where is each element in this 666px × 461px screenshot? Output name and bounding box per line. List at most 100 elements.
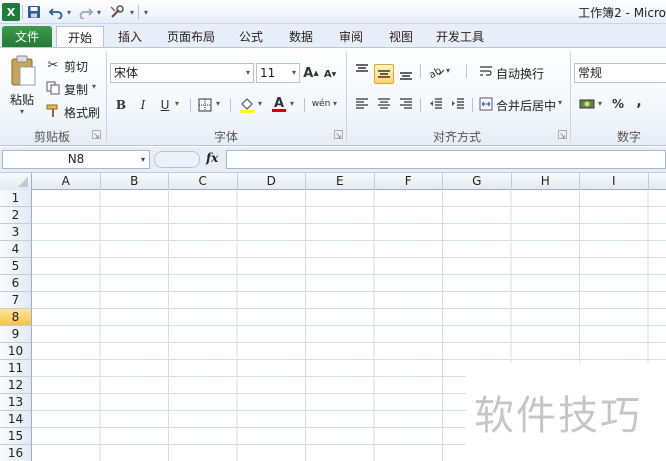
tool-dropdown-icon[interactable]: ▾ <box>127 3 137 21</box>
comma-style-button[interactable]: , <box>632 94 646 110</box>
row-header-14[interactable]: 14 <box>0 411 32 428</box>
tab-developer[interactable]: 开发工具 <box>430 26 490 48</box>
row-header-11[interactable]: 11 <box>0 360 32 377</box>
merge-center-button[interactable]: 合并后居中 <box>496 97 556 114</box>
clipboard-launcher-icon[interactable]: ↘ <box>92 130 101 140</box>
font-size-select[interactable]: 11 ▾ <box>256 63 300 83</box>
phonetic-guide-label: wén <box>311 99 331 109</box>
tab-data[interactable]: 数据 <box>280 26 322 48</box>
align-top-icon[interactable] <box>354 62 370 78</box>
border-dropdown-icon[interactable]: ▾ <box>216 99 220 108</box>
select-all-corner[interactable] <box>0 173 32 190</box>
row-header-2[interactable]: 2 <box>0 207 32 224</box>
excel-app-icon[interactable]: X <box>2 3 20 21</box>
undo-icon[interactable] <box>48 3 64 21</box>
save-icon[interactable] <box>26 3 42 21</box>
wrap-text-icon[interactable] <box>478 64 494 80</box>
align-bottom-icon[interactable] <box>398 66 414 82</box>
column-header-a[interactable]: A <box>32 173 101 190</box>
row-header-7[interactable]: 7 <box>0 292 32 309</box>
font-launcher-icon[interactable]: ↘ <box>334 130 343 140</box>
align-right-icon[interactable] <box>398 96 414 112</box>
font-name-select[interactable]: 宋体 ▾ <box>110 63 254 83</box>
format-painter-icon[interactable] <box>46 104 60 118</box>
wrap-text-button[interactable]: 自动换行 <box>496 65 544 82</box>
underline-dropdown-icon[interactable]: ▾ <box>175 99 179 108</box>
tab-view[interactable]: 视图 <box>380 26 422 48</box>
paste-icon[interactable] <box>8 54 38 88</box>
decrease-indent-icon[interactable] <box>428 96 444 112</box>
merge-center-icon[interactable] <box>478 96 494 112</box>
percent-button[interactable]: % <box>610 96 626 112</box>
copy-dropdown-icon[interactable]: ▾ <box>92 82 96 91</box>
grow-font-button[interactable]: A ▲ <box>303 65 319 81</box>
tab-formulas[interactable]: 公式 <box>230 26 272 48</box>
tool-icon[interactable] <box>108 3 126 21</box>
tab-home[interactable]: 开始 <box>56 26 104 48</box>
column-header-f[interactable]: F <box>375 173 443 190</box>
row-header-5[interactable]: 5 <box>0 258 32 275</box>
underline-button[interactable]: U <box>157 97 173 113</box>
row-header-10[interactable]: 10 <box>0 343 32 360</box>
fill-color-dropdown-icon[interactable]: ▾ <box>258 99 262 108</box>
tab-insert[interactable]: 插入 <box>108 26 152 48</box>
alignment-launcher-icon[interactable]: ↘ <box>558 130 567 140</box>
align-middle-icon[interactable] <box>374 64 394 84</box>
row-header-3[interactable]: 3 <box>0 224 32 241</box>
phonetic-dropdown-icon[interactable]: ▾ <box>333 99 337 108</box>
border-icon[interactable] <box>196 97 214 113</box>
font-color-icon[interactable]: A <box>270 95 288 113</box>
italic-button[interactable]: I <box>135 97 151 113</box>
align-center-icon[interactable] <box>376 96 392 112</box>
row-header-12[interactable]: 12 <box>0 377 32 394</box>
row-header-9[interactable]: 9 <box>0 326 32 343</box>
shrink-font-button[interactable]: A ▼ <box>323 67 337 81</box>
orientation-dropdown-icon[interactable]: ▾ <box>446 66 450 75</box>
format-painter-button[interactable]: 格式刷 <box>64 104 100 121</box>
redo-dropdown-icon[interactable]: ▾ <box>94 3 104 21</box>
column-header-b[interactable]: B <box>101 173 169 190</box>
row-header-13[interactable]: 13 <box>0 394 32 411</box>
currency-icon[interactable] <box>578 96 596 112</box>
redo-icon[interactable] <box>78 3 94 21</box>
scissors-icon[interactable]: ✂ <box>46 58 60 73</box>
cut-button[interactable]: 剪切 <box>64 58 88 75</box>
text-orientation-icon[interactable]: ab <box>428 64 446 80</box>
insert-function-icon[interactable]: fx <box>206 151 218 165</box>
copy-button[interactable]: 复制 <box>64 81 88 98</box>
column-header-g[interactable]: G <box>443 173 512 190</box>
undo-dropdown-icon[interactable]: ▾ <box>64 3 74 21</box>
column-header-d[interactable]: D <box>238 173 306 190</box>
font-name-value: 宋体 <box>114 66 139 80</box>
merge-dropdown-icon[interactable]: ▾ <box>558 98 562 107</box>
copy-icon[interactable] <box>46 81 60 95</box>
number-group-label: 数字 <box>616 130 641 144</box>
increase-indent-icon[interactable] <box>450 96 466 112</box>
number-format-select[interactable]: 常规 <box>574 63 666 83</box>
currency-dropdown-icon[interactable]: ▾ <box>598 99 602 108</box>
column-header-c[interactable]: C <box>169 173 238 190</box>
title-bar: X ▾ ▾ ▾ ▾ 工作簿2 - Micro <box>0 0 666 24</box>
tab-review[interactable]: 审阅 <box>330 26 372 48</box>
paste-button[interactable]: 粘贴 <box>10 91 34 108</box>
column-header-i[interactable]: I <box>580 173 649 190</box>
align-left-icon[interactable] <box>354 96 370 112</box>
row-header-1[interactable]: 1 <box>0 190 32 207</box>
tab-file[interactable]: 文件 <box>2 26 52 48</box>
row-header-15[interactable]: 15 <box>0 428 32 445</box>
customize-toolbar-icon[interactable]: ▾ <box>141 3 151 21</box>
row-header-4[interactable]: 4 <box>0 241 32 258</box>
column-header-e[interactable]: E <box>306 173 375 190</box>
fill-color-icon[interactable] <box>238 96 256 114</box>
formula-input[interactable] <box>226 150 666 169</box>
row-header-16[interactable]: 16 <box>0 445 32 461</box>
row-header-6[interactable]: 6 <box>0 275 32 292</box>
phonetic-guide-icon[interactable]: wén <box>311 95 331 113</box>
paste-dropdown-icon[interactable]: ▾ <box>20 107 24 116</box>
column-header-h[interactable]: H <box>512 173 580 190</box>
row-header-8[interactable]: 8 <box>0 309 32 326</box>
name-box[interactable]: N8 ▾ <box>2 150 150 169</box>
bold-button[interactable]: B <box>113 97 129 113</box>
font-color-dropdown-icon[interactable]: ▾ <box>290 99 294 108</box>
tab-page-layout[interactable]: 页面布局 <box>160 26 222 48</box>
